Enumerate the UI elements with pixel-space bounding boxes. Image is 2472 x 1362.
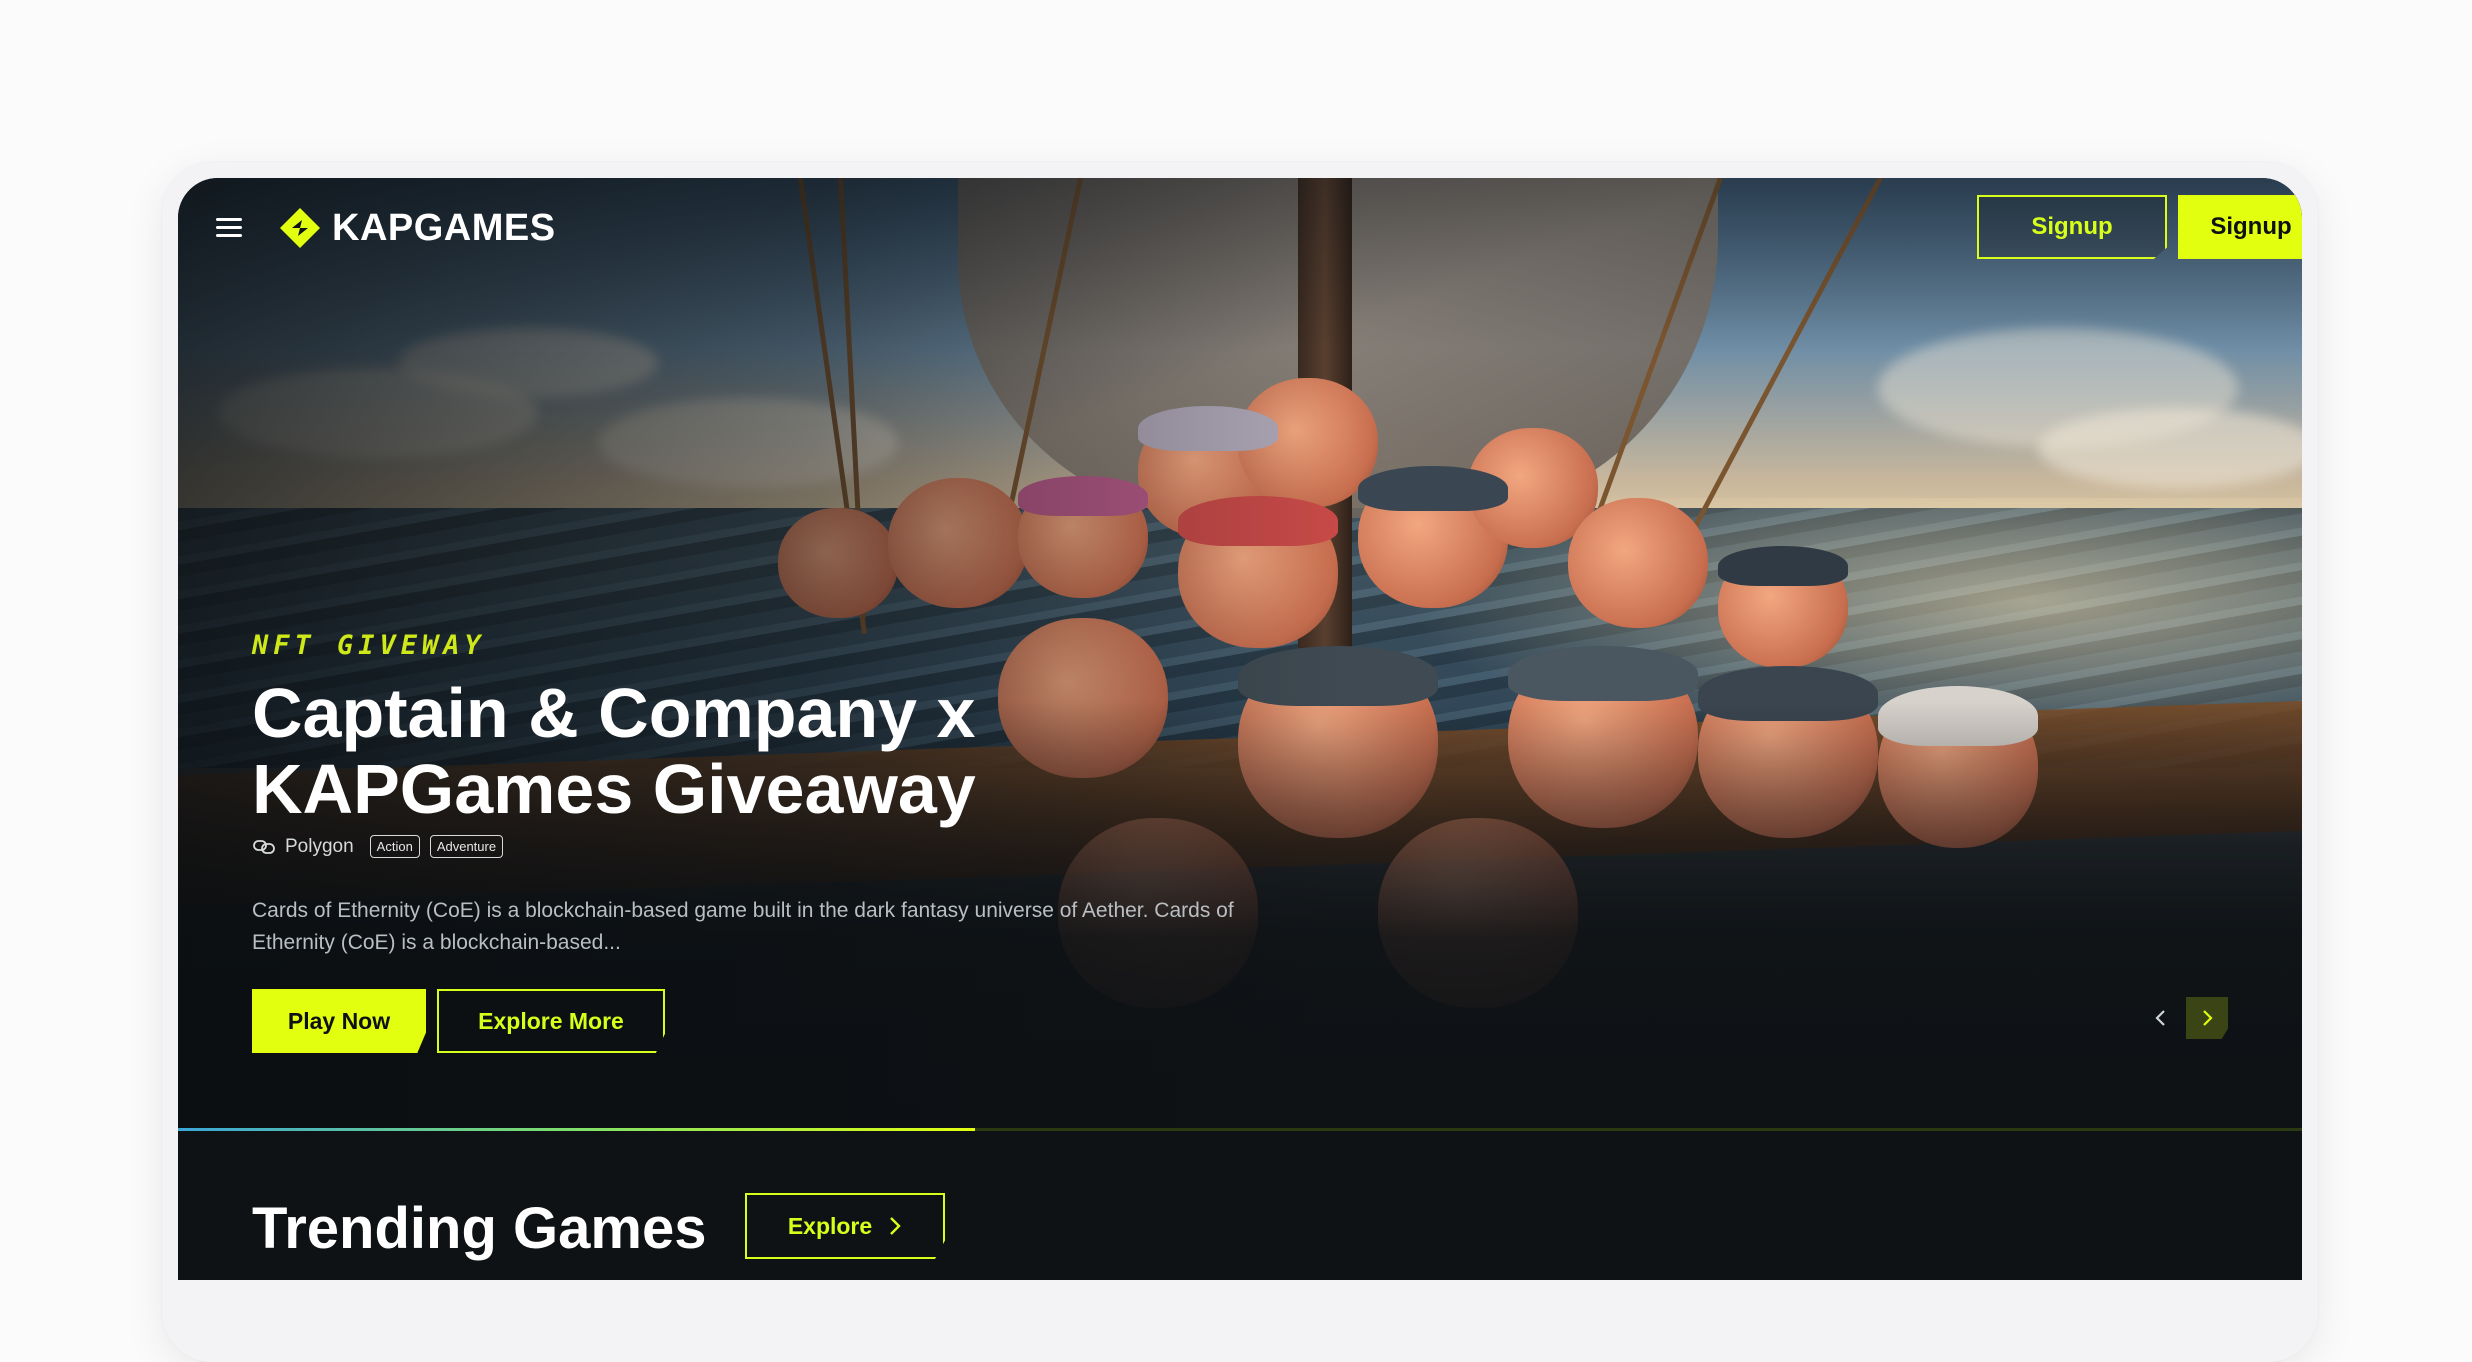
signup-outline-button[interactable]: Signup [1977, 195, 2167, 259]
hero-overlay [178, 178, 2302, 1128]
carousel-progress [178, 1128, 2302, 1131]
chevron-right-icon [2203, 1010, 2213, 1026]
hero-banner [178, 178, 2302, 1128]
hero-eyebrow: NFT GIVEWAY [252, 630, 486, 661]
genre-tag[interactable]: Adventure [429, 835, 504, 858]
play-now-button[interactable]: Play Now [252, 989, 426, 1053]
hamburger-icon[interactable] [216, 218, 242, 238]
hero-description: Cards of Ethernity (CoE) is a blockchain… [252, 899, 1234, 954]
chain-link-icon [253, 839, 275, 854]
chevron-right-icon [890, 1217, 901, 1235]
trending-explore-label: Explore [787, 1212, 873, 1239]
carousel-progress-fill [178, 1128, 975, 1131]
logo[interactable]: KAPGAMES [278, 206, 556, 250]
explore-more-button[interactable]: Explore More [437, 989, 665, 1053]
app-screen: KAPGAMES Signup Signup NFT GIVEWAY Capta… [178, 178, 2302, 1280]
logo-diamond-icon [280, 208, 320, 248]
trending-explore-button[interactable]: Explore [745, 1193, 945, 1259]
top-navbar: KAPGAMES Signup Signup [178, 178, 2302, 278]
section-title: Trending Games [252, 1196, 707, 1261]
carousel-prev-button[interactable] [2141, 998, 2181, 1038]
genre-tag[interactable]: Action [369, 835, 420, 858]
logo-text: KAPGAMES [332, 206, 556, 249]
hero-meta: Polygon Action Adventure [253, 835, 504, 858]
carousel-next-button[interactable] [2186, 997, 2228, 1039]
signup-button[interactable]: Signup [2178, 195, 2302, 259]
hero-title: Captain & Company x KAPGames Giveaway [252, 674, 976, 828]
chain-label: Polygon [285, 835, 354, 857]
chevron-left-icon [2155, 1010, 2165, 1026]
